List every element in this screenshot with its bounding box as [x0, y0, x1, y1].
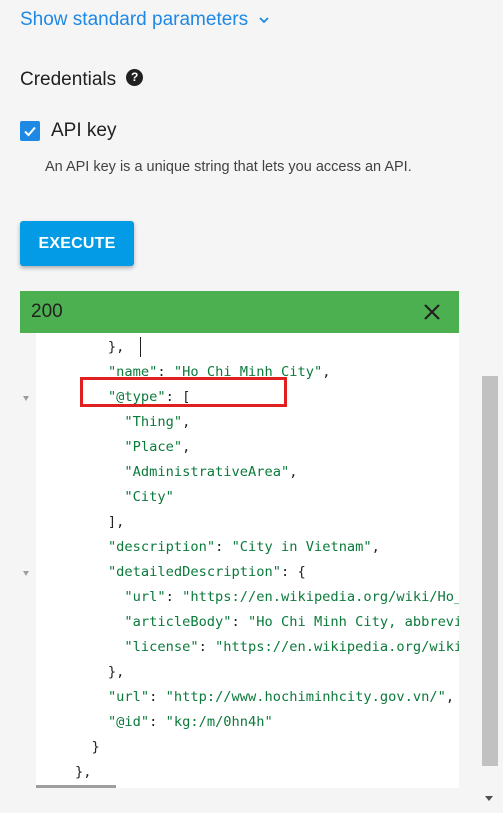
json-key: "license" — [124, 639, 199, 655]
json-punctuation: }, — [42, 664, 125, 680]
json-key: "articleBody" — [124, 614, 232, 630]
json-punctuation: }, — [42, 339, 125, 355]
json-punctuation: } — [42, 739, 100, 755]
json-punctuation: , — [182, 439, 191, 455]
code-line: "license": "https://en.wikipedia.org/wik… — [42, 635, 459, 660]
code-line: "url": "http://www.hochiminhcity.gov.vn/… — [42, 685, 454, 710]
code-line: "AdministrativeArea", — [42, 460, 297, 485]
code-line: }, — [42, 335, 124, 360]
json-punctuation: : — [165, 589, 183, 605]
json-key: "description" — [107, 539, 216, 555]
api-key-label: API key — [51, 120, 117, 141]
json-string: "Ho Chi Minh City, abbrevi — [248, 614, 459, 630]
highlight-annotation — [80, 377, 287, 407]
json-string: "AdministrativeArea" — [124, 464, 290, 480]
chevron-down-icon — [259, 17, 269, 24]
json-punctuation — [42, 439, 124, 455]
code-line: "City" — [42, 485, 174, 510]
code-gutter — [20, 333, 36, 788]
json-punctuation: , — [371, 539, 380, 555]
code-line: "@id": "kg:/m/0hn4h" — [42, 710, 273, 735]
fold-arrow-icon[interactable] — [23, 569, 31, 578]
json-punctuation: : { — [281, 564, 306, 580]
show-standard-parameters-label: Show standard parameters — [20, 9, 249, 30]
json-string: "kg:/m/0hn4h" — [165, 714, 273, 730]
code-line: }, — [42, 660, 124, 685]
json-string: "City" — [124, 489, 174, 505]
json-punctuation: , — [445, 689, 455, 705]
json-punctuation — [42, 464, 124, 480]
json-string: "Place" — [124, 439, 183, 455]
text-cursor — [140, 337, 141, 357]
json-string: "https://en.wikipedia.org/wiki — [215, 639, 459, 655]
json-key: "url" — [124, 589, 166, 605]
execute-button[interactable]: EXECUTE — [20, 221, 134, 266]
credentials-title: Credentials — [20, 69, 117, 90]
page-scrollbar-thumb[interactable] — [482, 376, 498, 766]
json-string: "City in Vietnam" — [231, 539, 372, 555]
json-punctuation — [42, 564, 108, 580]
json-punctuation: : — [149, 689, 166, 705]
horizontal-scrollbar[interactable] — [36, 785, 116, 788]
json-punctuation — [42, 414, 124, 430]
json-string: "https://en.wikipedia.org/wiki/Ho_ — [182, 589, 459, 605]
code-line: "articleBody": "Ho Chi Minh City, abbrev… — [42, 610, 459, 635]
api-key-option[interactable]: API key — [20, 120, 116, 142]
json-key: "detailedDescription" — [107, 564, 281, 580]
json-punctuation — [42, 539, 108, 555]
code-line: "Place", — [42, 435, 190, 460]
credentials-heading: Credentials ? — [20, 68, 144, 91]
json-punctuation — [42, 689, 108, 705]
json-punctuation — [42, 639, 124, 655]
api-key-checkbox[interactable] — [20, 121, 40, 141]
checkmark-icon — [24, 126, 36, 137]
code-line: ], — [42, 510, 124, 535]
fold-arrow-icon[interactable] — [23, 394, 31, 403]
code-line: "url": "https://en.wikipedia.org/wiki/Ho… — [42, 585, 459, 610]
json-punctuation — [42, 589, 124, 605]
json-punctuation: , — [322, 364, 331, 380]
json-punctuation: : — [149, 714, 166, 730]
json-key: "@id" — [107, 714, 150, 730]
api-key-description: An API key is a unique string that lets … — [45, 159, 412, 175]
close-icon[interactable] — [423, 303, 441, 321]
json-punctuation: , — [289, 464, 298, 480]
code-line: }, — [42, 760, 92, 785]
code-line: "description": "City in Vietnam", — [42, 535, 380, 560]
json-string: "Thing" — [124, 414, 183, 430]
json-punctuation: ], — [42, 514, 125, 530]
json-punctuation: : — [198, 639, 216, 655]
json-key: "url" — [107, 689, 150, 705]
json-punctuation — [42, 489, 124, 505]
show-standard-parameters-link[interactable]: Show standard parameters — [20, 9, 270, 31]
help-circle-icon[interactable]: ? — [126, 68, 144, 86]
json-punctuation: }, — [42, 764, 92, 780]
json-string: "http://www.hochiminhcity.gov.vn/" — [165, 689, 446, 705]
code-line: "Thing", — [42, 410, 190, 435]
json-punctuation — [42, 714, 108, 730]
response-header: 200 — [20, 291, 459, 333]
json-punctuation: : — [215, 539, 232, 555]
code-line: "detailedDescription": { — [42, 560, 306, 585]
code-line: } — [42, 735, 100, 760]
json-punctuation: , — [182, 414, 191, 430]
json-punctuation: : — [231, 614, 249, 630]
json-punctuation — [42, 614, 124, 630]
response-status-code: 200 — [31, 301, 63, 322]
scroll-down-arrow-icon[interactable] — [485, 796, 493, 801]
